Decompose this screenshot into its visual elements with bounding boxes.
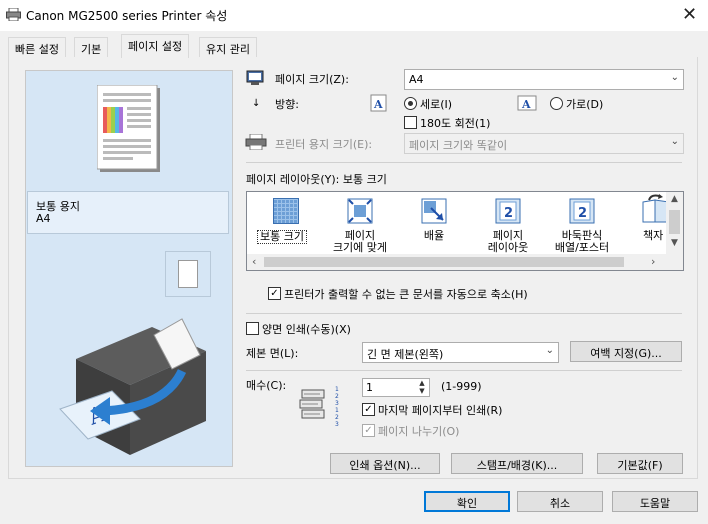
chevron-down-icon: ⌄: [670, 136, 679, 147]
printer-app-icon: [6, 7, 21, 22]
window-title: Canon MG2500 series Printer 속성: [26, 9, 228, 23]
tab-main[interactable]: 기본: [74, 37, 109, 57]
layout-label: 페이지 레이아웃(Y): 보통 크기: [246, 173, 387, 186]
fit-to-page-icon: [347, 198, 373, 224]
svg-text:A: A: [521, 98, 531, 111]
landscape-radio[interactable]: [550, 97, 563, 110]
copies-range: (1-999): [441, 380, 482, 393]
page-layout-icon: 2: [495, 198, 521, 224]
landscape-label[interactable]: 가로(D): [566, 96, 603, 112]
portrait-icon: A: [370, 94, 387, 112]
printer-paper-icon: [245, 134, 267, 150]
landscape-icon: A: [517, 95, 537, 111]
spin-down-icon[interactable]: ▼: [415, 387, 429, 395]
layout-option-normal[interactable]: 보통 크기: [257, 230, 307, 244]
scaled-icon: [421, 198, 447, 224]
rotate-180-checkbox[interactable]: [404, 116, 417, 129]
stamp-background-button[interactable]: 스탬프/배경(K)...: [451, 453, 583, 474]
copies-stack-icon: [299, 389, 325, 419]
scroll-right-icon[interactable]: ›: [651, 255, 655, 268]
chevron-down-icon: ⌄: [670, 72, 679, 83]
duplex-checkbox[interactable]: [246, 322, 259, 335]
print-options-button[interactable]: 인쇄 옵션(N)...: [330, 453, 440, 474]
layout-option-fit[interactable]: 페이지 크기에 맞게: [325, 230, 395, 254]
document-preview-icon: [97, 85, 160, 172]
defaults-button[interactable]: 기본값(F): [597, 453, 683, 474]
svg-text:A: A: [373, 98, 383, 111]
binding-side-label: 제본 면(L):: [246, 347, 299, 360]
scroll-up-icon[interactable]: ▲: [671, 194, 678, 204]
copies-label: 매수(C):: [246, 379, 287, 392]
collate-label[interactable]: 페이지 나누기(O): [378, 423, 459, 439]
orientation-label: 방향:: [275, 98, 299, 111]
cancel-button[interactable]: 취소: [517, 491, 603, 512]
reverse-order-label[interactable]: 마지막 페이지부터 인쇄(R): [378, 402, 502, 418]
close-icon[interactable]: ✕: [682, 4, 697, 25]
layout-option-scaled[interactable]: 배율: [411, 230, 457, 242]
layout-option-booklet[interactable]: 책자: [643, 230, 663, 242]
scroll-left-icon[interactable]: ‹: [252, 255, 256, 268]
collate-checkbox[interactable]: ✓: [362, 424, 375, 437]
collate-digits: 1 2 3 1 2 3: [335, 386, 339, 428]
printer-paper-label: 프린터 용지 크기(E):: [275, 138, 373, 151]
printer-paper-value: 페이지 크기와 똑같이: [409, 139, 508, 152]
layout-option-page-layout[interactable]: 페이지 레이아웃: [473, 230, 543, 254]
ok-button[interactable]: 확인: [424, 491, 510, 512]
page-thumbnail-sheet: [178, 260, 198, 288]
binding-side-select[interactable]: 긴 면 제본(왼쪽) ⌄: [362, 342, 559, 363]
page-thumbnail: [165, 251, 211, 297]
portrait-radio[interactable]: [404, 97, 417, 110]
copies-spinner[interactable]: 1 ▲ ▼: [362, 378, 430, 397]
divider: [246, 162, 682, 163]
page-size-select[interactable]: A4 ⌄: [404, 69, 684, 90]
margin-button[interactable]: 여백 지정(G)...: [570, 341, 682, 362]
layout-option-tiling[interactable]: 바둑판식 배열/포스터: [543, 230, 621, 254]
paper-info-box: 보통 용지 A4: [27, 191, 229, 234]
arrow-down-icon: ↓: [252, 98, 261, 109]
portrait-label[interactable]: 세로(I): [420, 96, 452, 112]
horizontal-scroll-thumb[interactable]: [264, 257, 624, 267]
printer-illustration-icon: A: [59, 318, 206, 455]
duplex-label[interactable]: 양면 인쇄(수동)(X): [262, 321, 351, 337]
tab-quick-setup[interactable]: 빠른 설정: [8, 37, 66, 57]
page-size-value: A4: [409, 73, 424, 86]
auto-reduce-checkbox[interactable]: ✓: [268, 287, 281, 300]
vertical-scroll-thumb[interactable]: [669, 210, 680, 234]
layout-horizontal-scrollbar[interactable]: ‹ ›: [247, 254, 683, 270]
page-layout-digit: 2: [504, 206, 513, 221]
scroll-down-icon[interactable]: ▼: [671, 238, 678, 248]
paper-size-text: A4: [36, 212, 51, 225]
help-button[interactable]: 도움말: [612, 491, 698, 512]
tab-page-setup[interactable]: 페이지 설정: [121, 34, 190, 58]
rotate-180-label[interactable]: 180도 회전(1): [420, 115, 490, 131]
title-bar: Canon MG2500 series Printer 속성 ✕: [0, 0, 708, 31]
chevron-down-icon: ⌄: [545, 345, 554, 356]
divider: [246, 370, 682, 371]
layout-options-list[interactable]: 보통 크기 페이지 크기에 맞게 배율 2 페이지 레이아웃 2 바둑판식 배열…: [246, 191, 684, 271]
tiling-poster-icon: 2: [569, 198, 595, 224]
printer-paper-select[interactable]: 페이지 크기와 똑같이 ⌄: [404, 133, 684, 154]
copies-value[interactable]: 1: [366, 381, 373, 394]
page-size-label: 페이지 크기(Z):: [275, 73, 349, 86]
layout-option-tiling-label-2: 배열/포스터: [554, 241, 610, 254]
tiling-poster-digit: 2: [578, 206, 587, 221]
auto-reduce-label[interactable]: 프린터가 출력할 수 없는 큰 문서를 자동으로 축소(H): [284, 286, 528, 302]
spin-up-icon[interactable]: ▲: [415, 379, 429, 387]
layout-vertical-scrollbar[interactable]: ▲ ▼: [666, 192, 683, 254]
radio-selected-dot: [408, 101, 413, 106]
reverse-order-checkbox[interactable]: ✓: [362, 403, 375, 416]
divider: [246, 313, 682, 314]
layout-option-page-layout-label-2: 레이아웃: [487, 241, 529, 254]
normal-size-icon: [273, 198, 299, 224]
layout-option-normal-label: 보통 크기: [260, 230, 304, 243]
binding-side-value: 긴 면 제본(왼쪽): [367, 348, 444, 361]
page-size-icon: [246, 70, 264, 85]
layout-option-fit-label-2: 크기에 맞게: [332, 241, 388, 254]
tab-maintenance[interactable]: 유지 관리: [199, 37, 257, 57]
